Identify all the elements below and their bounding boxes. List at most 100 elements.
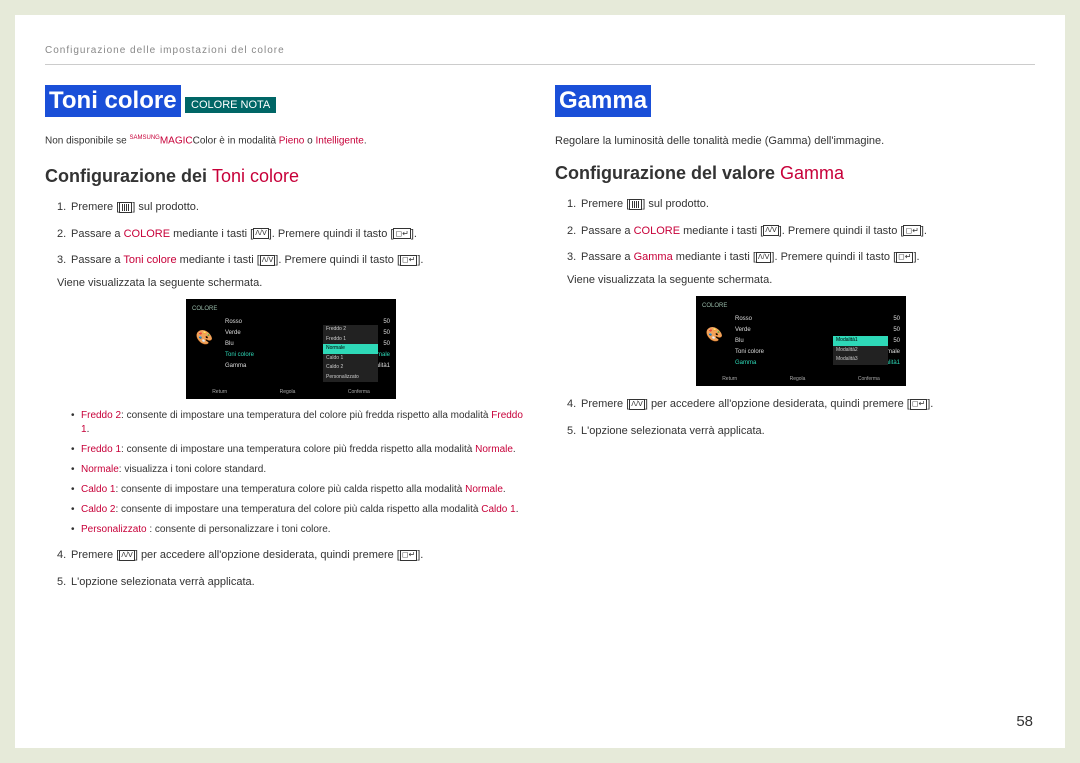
osd-title: COLORE [192,305,390,314]
enter-icon: ◻↵ [910,399,927,410]
section-title-toni-colore: Toni colore [45,85,181,117]
t: ]. [411,228,417,240]
t: mediante i tasti [ [170,228,253,240]
content-columns: Toni colore COLORE NOTA Non disponibile … [45,85,1035,600]
t: Premere [ [71,201,119,213]
bullet-freddo2: Freddo 2: consente di impostare una temp… [81,409,525,437]
a: Personalizzato [81,524,147,535]
enter-icon: ◻↵ [903,225,920,236]
note-end: . [364,135,367,146]
t: ]. Premere quindi il tasto [ [771,251,896,263]
left-column: Toni colore COLORE NOTA Non disponibile … [45,85,525,600]
a: Freddo 1 [81,444,121,455]
t: ]. [927,398,933,410]
t: mediante i tasti [ [673,251,756,263]
page-number: 58 [1016,713,1033,730]
step-4: 4.Premere [ᐱ/ᐯ] per accedere all'opzione… [57,547,525,564]
t: Premere [ [581,198,629,210]
step-2: 2.Passare a COLORE mediante i tasti [ᐱ/ᐯ… [567,223,1035,240]
note-prefix: Non disponibile se [45,135,130,146]
osd-submenu: Modalità1Modalità2Modalità3 [833,336,888,365]
t: Premere [ [71,549,119,561]
bullet-caldo2: Caldo 2: consente di impostare una tempe… [81,503,525,517]
t: : consente di impostare una temperatura … [115,504,481,515]
t: ]. Premere quindi il tasto [ [779,225,904,237]
enter-icon: ◻↵ [400,550,417,561]
step-2: 2.Passare a COLORE mediante i tasti [ᐱ/ᐯ… [57,226,525,243]
bullet-caldo1: Caldo 1: consente di impostare una tempe… [81,483,525,497]
right-column: Gamma Regolare la luminosità delle tonal… [555,85,1035,600]
t: : consente di impostare una temperatura … [121,410,491,421]
a: Caldo 1 [81,484,115,495]
options-bullets: Freddo 2: consente di impostare una temp… [57,409,525,537]
step-5: 5.L'opzione selezionata verrà applicata. [567,423,1035,440]
step-1: 1.Premere [] sul prodotto. [567,196,1035,213]
t: Premere [ [581,398,629,410]
t: ] per accedere all'opzione desiderata, q… [135,549,400,561]
t: : consente di personalizzare i toni colo… [147,524,331,535]
t: mediante i tasti [ [680,225,763,237]
t: ]. [921,225,927,237]
t: Passare a [71,228,124,240]
osd-submenu: Freddo 2Freddo 1NormaleCaldo 1Caldo 2Per… [323,325,378,382]
t: : visualizza i toni colore standard. [119,464,266,475]
osd-footer-regola: Regola [790,376,806,384]
e: Normale [475,444,513,455]
osd-footer-conferma: Conferma [858,376,880,384]
manual-page: Configurazione delle impostazioni del co… [15,15,1065,748]
step-4: 4.Premere [ᐱ/ᐯ] per accedere all'opzione… [567,396,1035,413]
t: ]. [913,251,919,263]
colore-link: COLORE [634,225,680,237]
osd-footer-return: Return [212,389,227,397]
a: Normale [81,464,119,475]
a: Caldo 2 [81,504,115,515]
steps-list: 1.Premere [] sul prodotto. 2.Passare a C… [45,199,525,590]
osd-footer-regola: Regola [280,389,296,397]
osd-footer: Return Regola Conferma [186,389,396,397]
step-3: 3.Passare a Gamma mediante i tasti [ᐱ/ᐯ]… [567,249,1035,386]
e: Normale [465,484,503,495]
breadcrumb: Configurazione delle impostazioni del co… [45,45,1035,65]
note-badge: COLORE NOTA [185,97,276,113]
t: ]. Premere quindi il tasto [ [275,254,400,266]
d: . [513,444,516,455]
e: Caldo 1 [481,504,515,515]
updown-icon: ᐱ/ᐯ [629,399,645,410]
osd-footer-return: Return [722,376,737,384]
bullet-personalizzato: Personalizzato : consente di personalizz… [81,523,525,537]
t: : consente di impostare una temperatura … [121,444,475,455]
osd-screenshot-gamma: COLORE 🎨 Rosso50Verde50Blu50Toni coloreN… [696,296,906,386]
osd-footer: Return Regola Conferma [696,376,906,384]
d: . [503,484,506,495]
bullet-normale: Normale: visualizza i toni colore standa… [81,463,525,477]
updown-icon: ᐱ/ᐯ [756,252,772,263]
t: Passare a [581,251,634,263]
updown-icon: ᐱ/ᐯ [119,550,135,561]
note-mid: è in modalità [217,135,279,146]
menu-icon [629,199,642,210]
step-5: 5.L'opzione selezionata verrà applicata. [57,574,525,591]
t: L'opzione selezionata verrà applicata. [581,425,765,437]
t: L'opzione selezionata verrà applicata. [71,576,255,588]
bullet-freddo1: Freddo 1: consente di impostare una temp… [81,443,525,457]
note-text: Non disponibile se SAMSUNGMAGICColor è i… [45,135,525,146]
osd-screenshot-toni: COLORE 🎨 Rosso50Verde50Blu50Toni coloreN… [186,299,396,399]
mode-intelligente: Intelligente [316,135,364,146]
samsung-label: SAMSUNG [130,135,160,141]
steps-list-gamma: 1.Premere [] sul prodotto. 2.Passare a C… [555,196,1035,439]
osd-footer-conferma: Conferma [348,389,370,397]
t: Passare a [581,225,634,237]
section-title-gamma: Gamma [555,85,651,117]
t: : consente di impostare una temperatura … [115,484,465,495]
mode-pieno: Pieno [279,135,305,146]
config-heading: Configurazione dei Toni colore [45,166,525,187]
enter-icon: ◻↵ [896,252,913,263]
heading-accent: Gamma [780,163,844,183]
note-or: o [304,135,315,146]
d: . [87,424,90,435]
t: mediante i tasti [ [177,254,260,266]
t: ]. [417,549,423,561]
step-3-line2: Viene visualizzata la seguente schermata… [567,272,1035,289]
tonicolore-link: Toni colore [123,254,176,266]
updown-icon: ᐱ/ᐯ [260,255,276,266]
